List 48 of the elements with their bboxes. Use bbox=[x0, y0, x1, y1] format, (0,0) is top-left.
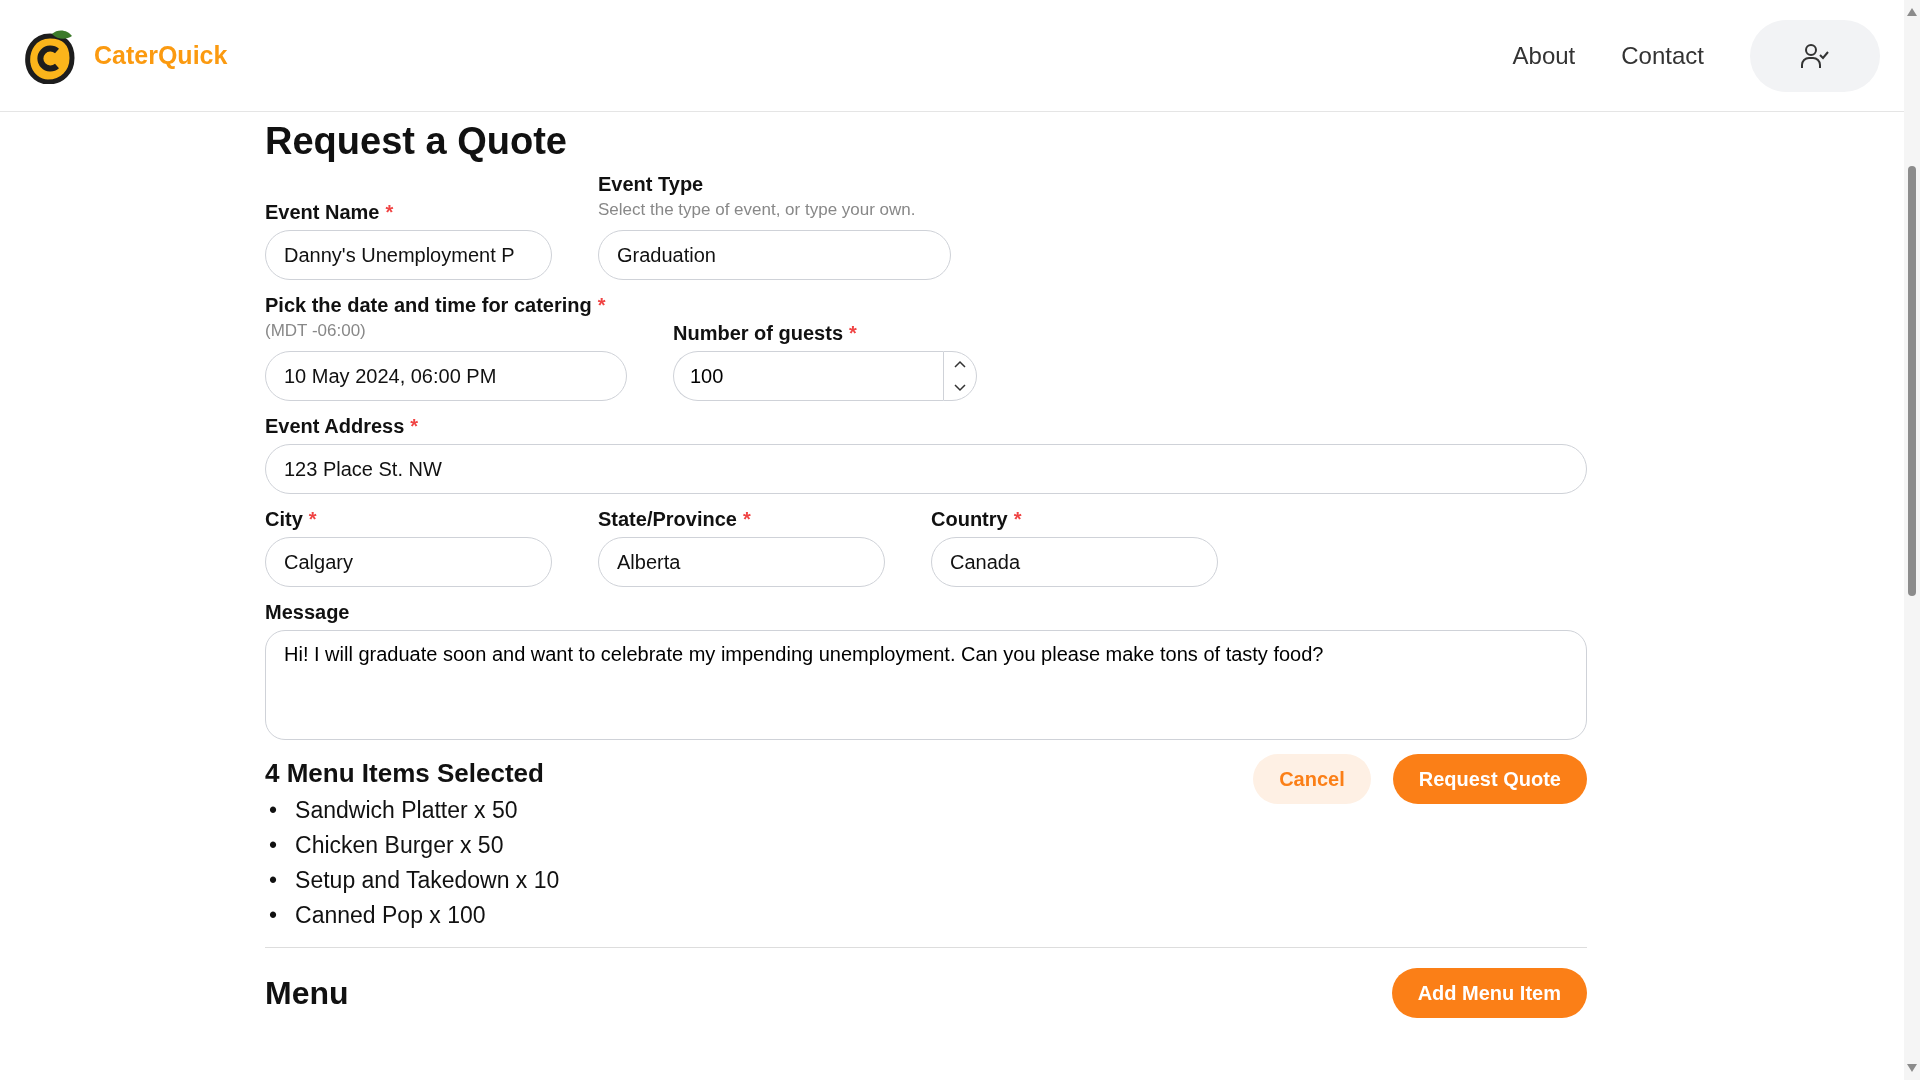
required-asterisk: * bbox=[849, 322, 857, 344]
field-label: Pick the date and time for catering * bbox=[265, 294, 607, 317]
scroll-down-icon[interactable] bbox=[1907, 1064, 1917, 1072]
chevron-down-icon[interactable] bbox=[954, 384, 966, 392]
required-asterisk: * bbox=[410, 415, 419, 437]
menu-item-entry: Sandwich Platter x 50 bbox=[295, 796, 518, 825]
menu-item-entry: Canned Pop x 100 bbox=[295, 901, 486, 930]
section-title: Menu bbox=[265, 974, 349, 1012]
input-field[interactable]: Canada bbox=[931, 537, 1218, 587]
chevron-up-icon[interactable] bbox=[954, 360, 966, 368]
bullet-mark: • bbox=[269, 796, 278, 825]
required-asterisk: * bbox=[597, 294, 606, 316]
field-label: Event Name * bbox=[265, 201, 395, 224]
input-field[interactable]: Calgary bbox=[265, 537, 552, 587]
input-field[interactable]: 10 May 2024, 06:00 PM bbox=[265, 351, 627, 401]
field-label: State/Province * bbox=[598, 508, 752, 531]
input-field[interactable]: Graduation bbox=[598, 230, 951, 280]
message-textarea[interactable]: Hi! I will graduate soon and want to celebrate my impending unemployment. Can you please make tons of tasty food? bbox=[265, 630, 1587, 740]
scroll-up-icon[interactable] bbox=[1907, 8, 1917, 16]
field-label: Event Type bbox=[598, 173, 705, 196]
input-field[interactable]: Danny's Unemployment P bbox=[265, 230, 552, 280]
input-field[interactable]: 123 Place St. NW bbox=[265, 444, 1587, 494]
lemon-logo-icon[interactable] bbox=[24, 27, 76, 84]
bullet-mark: • bbox=[269, 901, 278, 930]
scrollbar-thumb[interactable] bbox=[1908, 166, 1916, 596]
bullet-mark: • bbox=[269, 866, 278, 895]
selection-title: 4 Menu Items Selected bbox=[265, 758, 545, 789]
required-asterisk: * bbox=[385, 201, 394, 223]
nav-link[interactable]: About bbox=[1512, 41, 1576, 70]
page-title: Request a Quote bbox=[265, 120, 568, 163]
field-label: Message bbox=[265, 601, 351, 624]
menu-item-entry: Setup and Takedown x 10 bbox=[295, 866, 560, 895]
number-input-field[interactable]: 100 bbox=[673, 351, 943, 401]
input-field[interactable]: Alberta bbox=[598, 537, 885, 587]
menu-item-entry: Chicken Burger x 50 bbox=[295, 831, 504, 860]
user-check-icon bbox=[1800, 42, 1830, 69]
required-asterisk: * bbox=[1013, 508, 1022, 530]
field-label: Country * bbox=[931, 508, 1023, 531]
required-asterisk: * bbox=[742, 508, 751, 530]
field-hint: Select the type of event, or type your own. bbox=[598, 200, 917, 220]
timezone-note: (MDT -06:00) bbox=[265, 321, 367, 341]
brand-name: CaterQuick bbox=[94, 41, 228, 70]
field-label: Number of guests * bbox=[673, 322, 858, 345]
field-label: Event Address * bbox=[265, 415, 420, 438]
required-asterisk: * bbox=[308, 508, 317, 530]
field-label: City * bbox=[265, 508, 318, 531]
bullet-mark: • bbox=[269, 831, 278, 860]
nav-link[interactable]: Contact bbox=[1621, 41, 1704, 70]
